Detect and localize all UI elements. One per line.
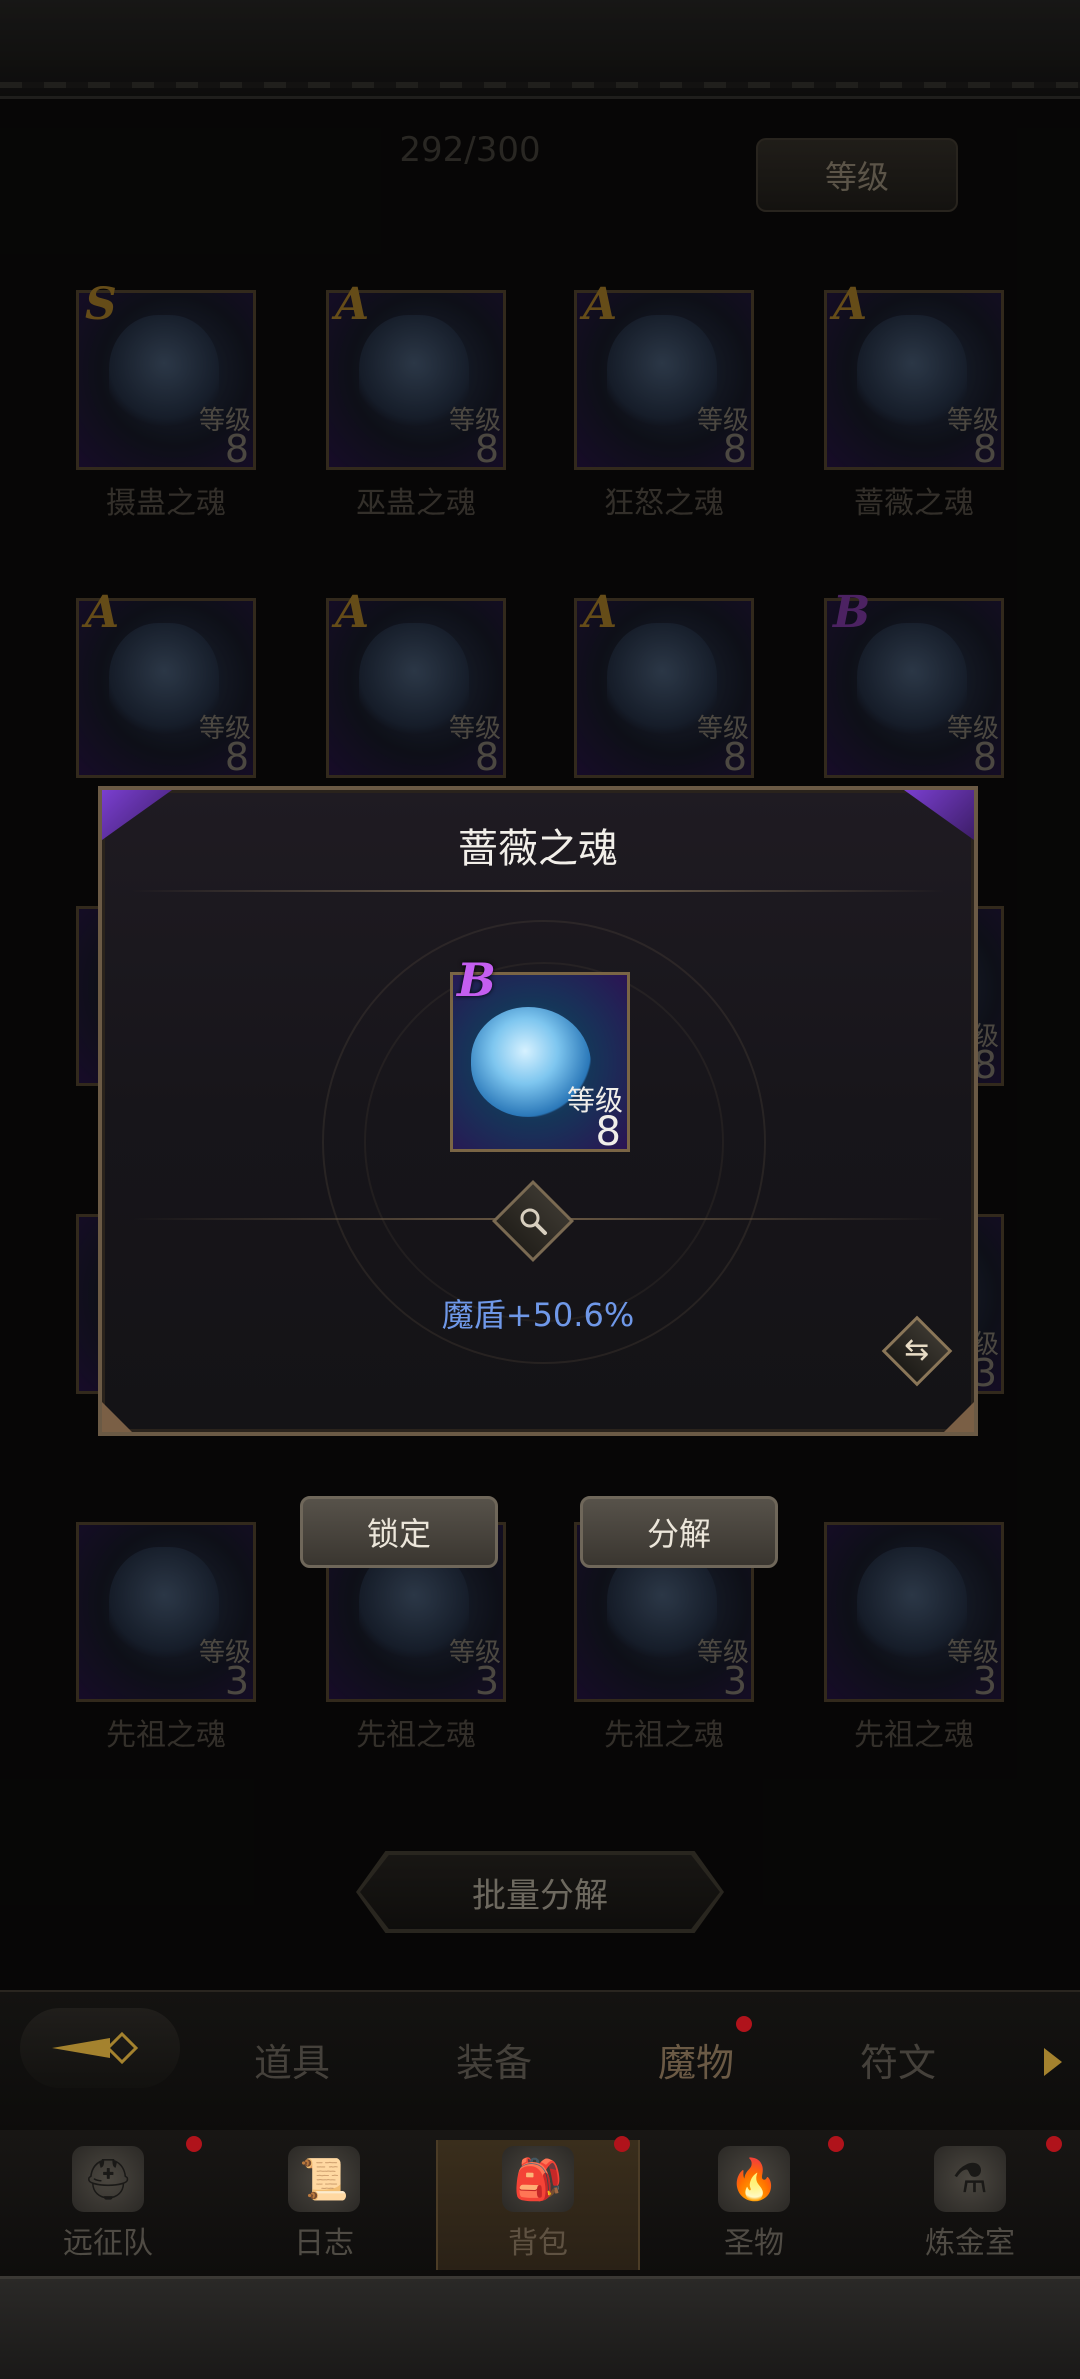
arrow-left-icon [52,2031,139,2065]
notification-dot [736,2016,752,2032]
corner-ornament [944,1402,974,1432]
rank-badge: B [457,953,496,1007]
nav-alchemy[interactable]: ⚗ 炼金室 [870,2140,1070,2270]
nav-journal[interactable]: 📜 日志 [224,2140,424,2270]
lock-button[interactable]: 锁定 [300,1496,498,1568]
nav-label: 日志 [294,2226,354,2261]
nav-relics[interactable]: 🔥 圣物 [654,2140,854,2270]
notification-dot [614,2136,630,2152]
nav-label: 背包 [508,2226,568,2261]
nav-backpack[interactable]: 🎒 背包 [436,2140,640,2270]
nav-label: 炼金室 [925,2226,1015,2261]
notification-dot [828,2136,844,2152]
selected-soul-card: B 等级 8 [450,953,630,1155]
backpack-icon: 🎒 [502,2146,574,2212]
notification-dot [1046,2136,1062,2152]
tab-next-arrow-icon[interactable] [1044,2048,1062,2076]
scroll-icon: 📜 [288,2146,360,2212]
nav-label: 圣物 [724,2226,784,2261]
notification-dot [186,2136,202,2152]
tab-back-button[interactable] [20,2008,180,2088]
alchemy-icon: ⚗ [934,2146,1006,2212]
magnifier-icon [520,1208,547,1235]
level-value: 8 [595,1109,621,1155]
nav-expedition[interactable]: ⛑ 远征队 [8,2140,208,2270]
decompose-button[interactable]: 分解 [580,1496,778,1568]
bottom-frame [0,2276,1080,2379]
tab-runes[interactable]: 符文 [838,2032,958,2087]
stat-bonus: 魔盾+50.6% [441,1296,635,1334]
tab-monsters[interactable]: 魔物 [636,2032,756,2087]
title-divider [132,890,944,892]
popup-title: 蔷薇之魂 [458,826,618,872]
swap-arrows-icon: ⇆ [904,1332,930,1368]
corner-ornament [102,1402,132,1432]
horned-helmet-icon: ⛑ [72,2146,144,2212]
tab-equipment[interactable]: 装备 [434,2032,554,2087]
item-detail-popup: 蔷薇之魂 B 等级 8 魔盾+50.6% ⇆ [98,786,978,1436]
nav-label: 远征队 [63,2226,153,2261]
tab-items[interactable]: 道具 [232,2032,352,2087]
torch-icon: 🔥 [718,2146,790,2212]
